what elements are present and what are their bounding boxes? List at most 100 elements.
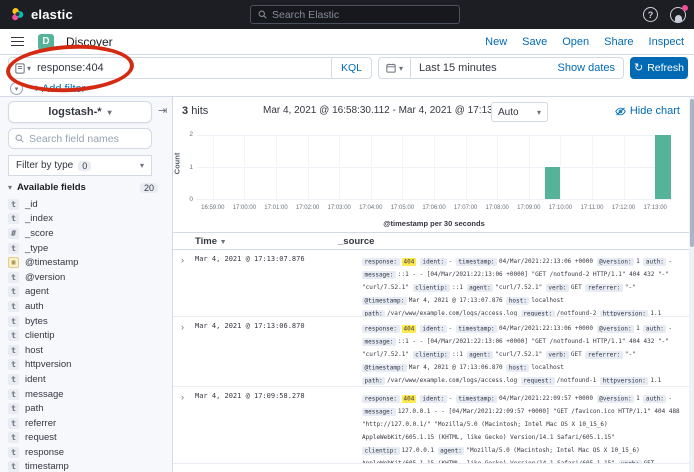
- field-item-bytes[interactable]: tbytes: [8, 314, 168, 329]
- filter-options-icon[interactable]: ▾: [10, 82, 23, 95]
- field-item-path[interactable]: tpath: [8, 401, 168, 416]
- scrollbar-thumb[interactable]: [690, 99, 694, 247]
- global-search-input[interactable]: Search Elastic: [250, 5, 460, 24]
- show-dates-button[interactable]: Show dates: [558, 62, 623, 74]
- field-item-_index[interactable]: t_index: [8, 212, 168, 227]
- filter-bar: ▾ + Add filter: [0, 81, 694, 97]
- nav-action-inspect[interactable]: Inspect: [649, 36, 684, 48]
- vertical-scrollbar[interactable]: [689, 97, 694, 472]
- saved-query-menu[interactable]: ▾: [9, 63, 37, 74]
- field-item-_id[interactable]: t_id: [8, 197, 168, 212]
- field-type-string-icon: t: [8, 330, 19, 341]
- source-value: /var/www/example.com/logs/access.log: [387, 377, 517, 384]
- field-item-request[interactable]: trequest: [8, 431, 168, 446]
- nav-action-new[interactable]: New: [485, 36, 507, 48]
- source-value: GET: [571, 284, 582, 291]
- source-value: GET: [644, 460, 655, 464]
- query-input[interactable]: ▾ response:404 KQL: [8, 57, 372, 79]
- interval-select[interactable]: Auto ▾: [491, 102, 548, 122]
- field-item-version[interactable]: t@version: [8, 270, 168, 285]
- field-search-input[interactable]: Search field names: [8, 128, 152, 149]
- table-row[interactable]: ›Mar 4, 2021 @ 17:09:58.278response:404 …: [173, 387, 694, 464]
- field-item-timestamp[interactable]: ttimestamp: [8, 460, 168, 472]
- hide-chart-button[interactable]: Hide chart: [615, 105, 680, 117]
- available-fields-header[interactable]: ▾ Available fields 20: [8, 182, 164, 193]
- x-tick-label: 17:04:00: [359, 205, 382, 211]
- field-item-message[interactable]: tmessage: [8, 387, 168, 402]
- field-type-string-icon: t: [8, 403, 19, 414]
- field-item-_type[interactable]: t_type: [8, 241, 168, 256]
- field-type-string-icon: t: [8, 243, 19, 254]
- y-tick-label: 1: [181, 164, 193, 171]
- field-item-host[interactable]: thost: [8, 343, 168, 358]
- field-item-ident[interactable]: tident: [8, 372, 168, 387]
- time-range-display: Mar 4, 2021 @ 16:58:30.112 - Mar 4, 2021…: [263, 105, 493, 116]
- source-value: -: [668, 258, 672, 265]
- source-field-badge: response:: [362, 325, 400, 333]
- grid-line-h: [197, 199, 671, 200]
- sort-desc-icon: ▼: [220, 239, 227, 246]
- time-column-header[interactable]: Time ▼: [173, 236, 338, 247]
- field-item-response[interactable]: tresponse: [8, 445, 168, 460]
- field-item-clientip[interactable]: t clientip: [8, 328, 168, 343]
- refresh-button[interactable]: ↻ Refresh: [630, 57, 688, 79]
- grid-line-v: [592, 135, 593, 199]
- expand-row-icon[interactable]: ›: [181, 255, 193, 316]
- x-tick-label: 17:13:00: [644, 205, 667, 211]
- source-field-badge: ident:: [420, 395, 447, 403]
- query-language-button[interactable]: KQL: [331, 58, 371, 78]
- field-item-auth[interactable]: tauth: [8, 299, 168, 314]
- user-avatar[interactable]: [670, 7, 686, 23]
- elastic-logo[interactable]: elastic: [0, 7, 73, 22]
- source-field-badge: clientip:: [413, 284, 451, 292]
- source-field-badge: agent:: [438, 447, 465, 455]
- time-range-value[interactable]: Last 15 minutes: [411, 62, 558, 74]
- field-item-_score[interactable]: #_score: [8, 226, 168, 241]
- filter-by-type-toggle[interactable]: Filter by type 0 ▾: [8, 155, 152, 176]
- source-value: "-": [625, 284, 636, 291]
- nav-action-share[interactable]: Share: [604, 36, 633, 48]
- add-filter-button[interactable]: + Add filter: [33, 83, 85, 95]
- source-field-badge: clientip:: [362, 447, 400, 455]
- field-name: @timestamp: [25, 257, 78, 268]
- nav-action-save[interactable]: Save: [522, 36, 547, 48]
- collapse-sidebar-icon[interactable]: ⇥: [158, 104, 167, 117]
- source-value: 04/Mar/2021:22:13:06 +0000: [499, 325, 593, 332]
- x-tick-label: 17:00:00: [233, 205, 256, 211]
- table-row[interactable]: ›Mar 4, 2021 @ 17:13:07.876response:404 …: [173, 250, 694, 317]
- menu-icon[interactable]: [11, 37, 24, 46]
- help-icon[interactable]: ?: [643, 7, 658, 22]
- field-item-referrer[interactable]: treferrer: [8, 416, 168, 431]
- histogram-chart[interactable]: Count 16:59:0017:00:0017:01:0017:02:0017…: [173, 127, 694, 232]
- field-item-agent[interactable]: tagent: [8, 285, 168, 300]
- table-row[interactable]: ›Mar 4, 2021 @ 17:13:06.870response:404 …: [173, 317, 694, 387]
- source-field-badge: referrer:: [585, 284, 623, 292]
- field-name: timestamp: [25, 461, 69, 472]
- query-text[interactable]: response:404: [37, 62, 331, 74]
- field-name: clientip: [25, 330, 55, 341]
- source-field-badge: agent:: [467, 284, 494, 292]
- field-name: path: [25, 403, 44, 414]
- expand-row-icon[interactable]: ›: [181, 322, 193, 386]
- eye-slash-icon: [615, 107, 626, 116]
- source-value: /var/www/example.com/logs/access.log: [387, 310, 517, 317]
- source-value: Mar 4, 2021 @ 17:13:06.870: [409, 364, 503, 371]
- field-name: agent: [25, 286, 49, 297]
- calendar-icon: [386, 63, 396, 73]
- x-tick-label: 17:06:00: [422, 205, 445, 211]
- nav-action-open[interactable]: Open: [562, 36, 589, 48]
- x-tick-label: 17:02:00: [296, 205, 319, 211]
- source-value: 04/Mar/2021:22:13:06 +0000: [499, 258, 593, 265]
- index-pattern-select[interactable]: logstash-* ▾: [8, 101, 152, 123]
- x-tick-label: 17:07:00: [454, 205, 477, 211]
- expand-row-icon[interactable]: ›: [181, 392, 193, 463]
- field-type-string-icon: t: [8, 272, 19, 283]
- histogram-bar[interactable]: [545, 167, 561, 199]
- calendar-menu[interactable]: ▾: [379, 58, 411, 78]
- field-item-httpversion[interactable]: thttpversion: [8, 358, 168, 373]
- source-field-badge: message:: [362, 408, 396, 416]
- field-item-timestamp[interactable]: ▦@timestamp: [8, 255, 168, 270]
- histogram-bar[interactable]: [655, 135, 671, 199]
- source-field-badge: @version:: [597, 395, 635, 403]
- source-value: "curl/7.52.1": [495, 284, 542, 291]
